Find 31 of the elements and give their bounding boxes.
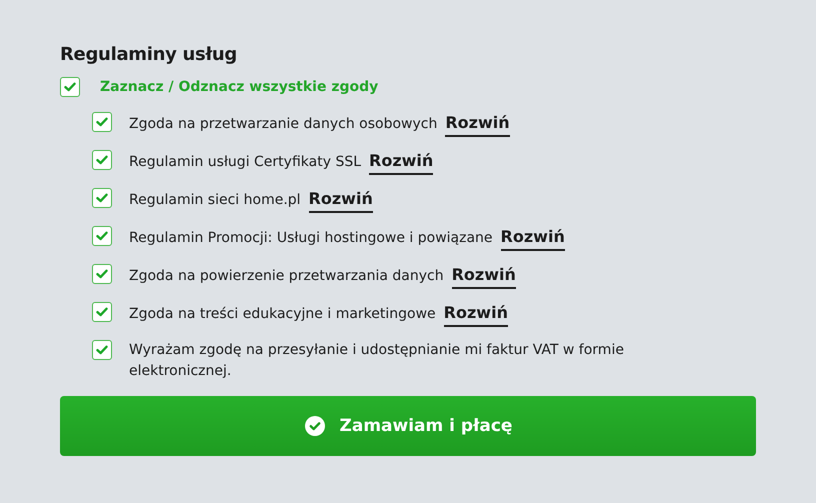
check-icon xyxy=(96,307,108,317)
check-icon xyxy=(96,193,108,203)
consent-label: Wyrażam zgodę na przesyłanie i udostępnianie mi faktur VAT w formie elektronicznej. xyxy=(129,341,625,381)
section-heading: Regulaminy usług xyxy=(60,44,238,65)
check-icon xyxy=(96,269,108,279)
checkbox[interactable] xyxy=(60,77,80,97)
check-icon xyxy=(96,155,108,165)
checkbox[interactable] xyxy=(92,340,112,360)
checkbox[interactable] xyxy=(92,302,112,322)
checkbox[interactable] xyxy=(92,188,112,208)
expand-link[interactable]: Rozwiń xyxy=(445,113,510,137)
expand-link[interactable]: Rozwiń xyxy=(444,303,508,327)
check-icon xyxy=(96,231,108,241)
expand-link[interactable]: Rozwiń xyxy=(369,151,434,175)
check-icon xyxy=(96,117,108,127)
consent-label: Regulamin sieci home.pl Rozwiń xyxy=(129,188,689,211)
consent-label: Regulamin usługi Certyfikaty SSL Rozwiń xyxy=(129,150,689,173)
checkbox[interactable] xyxy=(92,264,112,284)
expand-link[interactable]: Rozwiń xyxy=(308,189,373,213)
consent-label: Zgoda na przetwarzanie danych osobowych Rozwiń xyxy=(129,112,689,135)
consent-label: Zgoda na powierzenie przetwarzania danych Rozwiń xyxy=(129,264,689,287)
check-icon xyxy=(64,82,76,92)
expand-link[interactable]: Rozwiń xyxy=(500,227,565,251)
consent-label: Zgoda na treści edukacyjne i marketingowe Rozwiń xyxy=(129,302,689,325)
check-icon xyxy=(96,345,108,355)
checkbox[interactable] xyxy=(92,226,112,246)
consent-label: Regulamin Promocji: Usługi hostingowe i powiązane Rozwiń xyxy=(129,226,689,249)
checkbox[interactable] xyxy=(92,112,112,132)
check-circle-icon xyxy=(304,415,326,437)
checkbox[interactable] xyxy=(92,150,112,170)
expand-link[interactable]: Rozwiń xyxy=(452,265,516,289)
